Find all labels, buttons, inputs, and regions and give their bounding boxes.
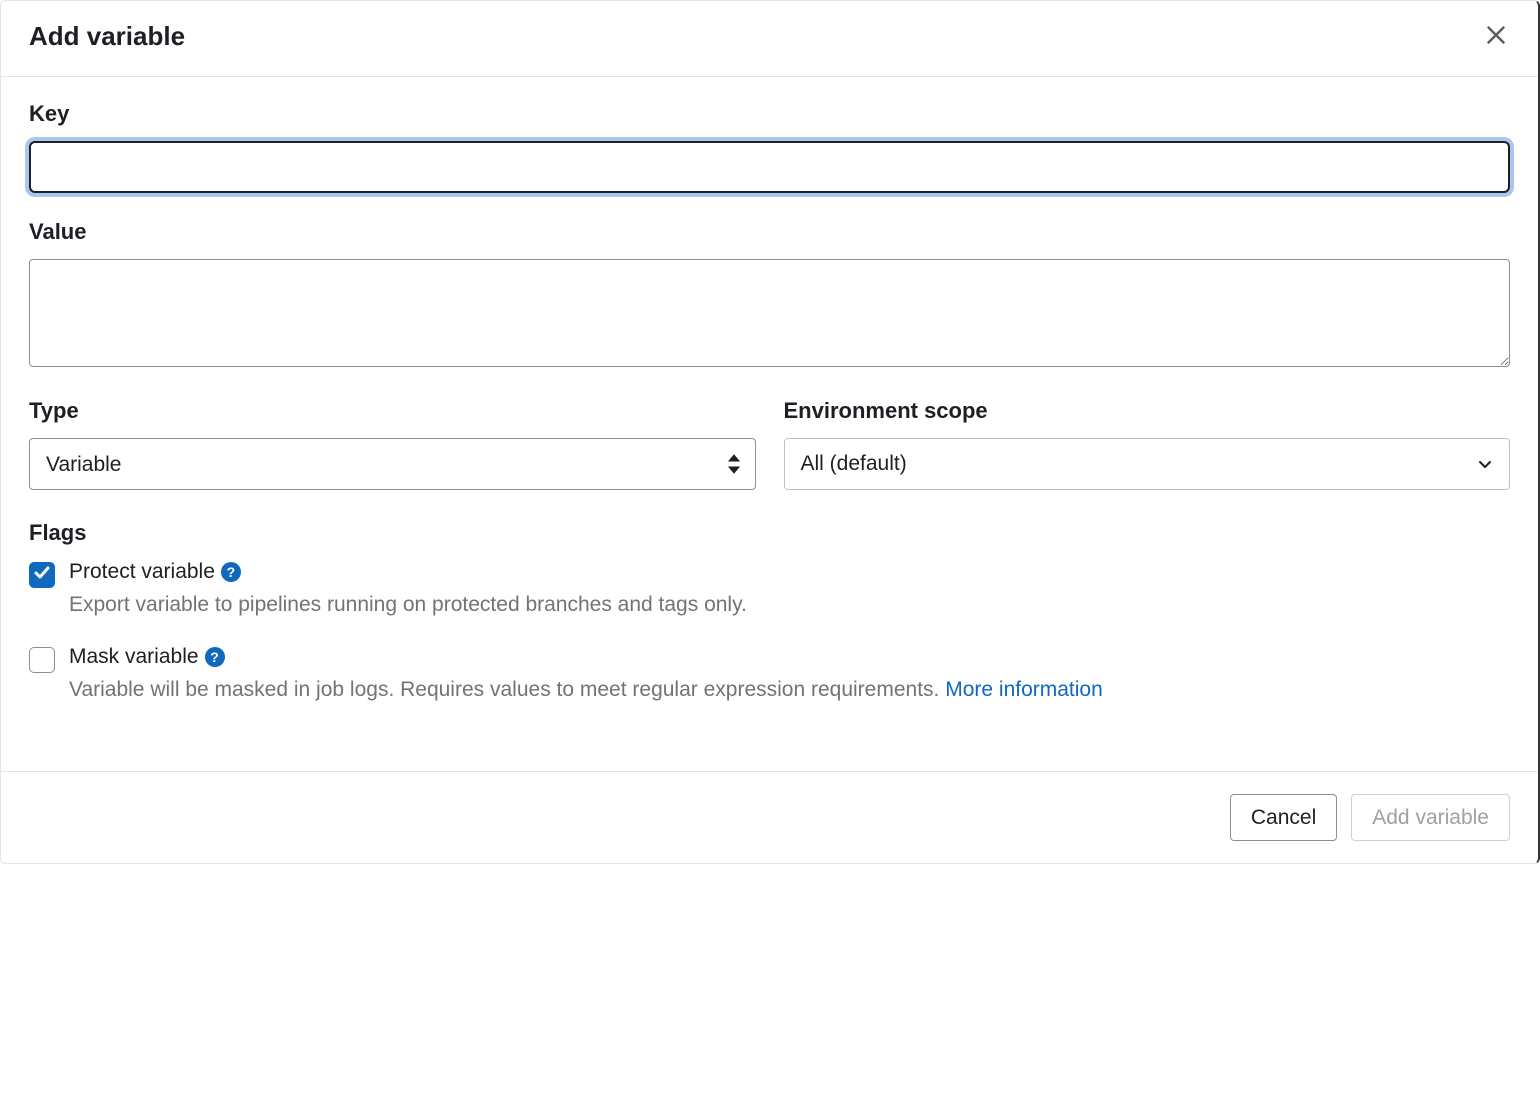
protect-description: Export variable to pipelines running on … [69, 590, 1510, 619]
type-scope-row: Type Variable Environment scope [29, 398, 1510, 490]
value-label: Value [29, 219, 1510, 245]
checkmark-icon [34, 565, 50, 586]
key-label: Key [29, 101, 1510, 127]
mask-description: Variable will be masked in job logs. Req… [69, 675, 1510, 704]
value-group: Value [29, 219, 1510, 372]
modal-footer: Cancel Add variable [1, 771, 1538, 863]
mask-flag-row: Mask variable ? Variable will be masked … [29, 645, 1510, 704]
scope-group: Environment scope All (default) [784, 398, 1511, 490]
chevron-down-icon [1477, 456, 1493, 472]
protect-flag-row: Protect variable ? Export variable to pi… [29, 560, 1510, 619]
protect-checkbox[interactable] [29, 562, 55, 588]
mask-checkbox[interactable] [29, 647, 55, 673]
mask-description-text: Variable will be masked in job logs. Req… [69, 678, 945, 701]
help-icon[interactable]: ? [205, 647, 225, 667]
type-label: Type [29, 398, 756, 424]
scope-label: Environment scope [784, 398, 1511, 424]
key-input[interactable] [29, 141, 1510, 193]
scope-selected-value: All (default) [801, 452, 907, 475]
flags-label: Flags [29, 520, 1510, 546]
flags-section: Flags Protect variable ? Export variable… [29, 520, 1510, 705]
mask-content: Mask variable ? Variable will be masked … [69, 645, 1510, 704]
key-group: Key [29, 101, 1510, 193]
value-textarea[interactable] [29, 259, 1510, 367]
modal-body: Key Value Type Variable [1, 77, 1538, 771]
modal-title: Add variable [29, 21, 185, 52]
mask-title: Mask variable [69, 645, 199, 669]
close-button[interactable] [1482, 21, 1510, 52]
more-information-link[interactable]: More information [945, 678, 1103, 701]
protect-title: Protect variable [69, 560, 215, 584]
modal-header: Add variable [1, 1, 1538, 77]
add-variable-button[interactable]: Add variable [1351, 794, 1510, 841]
scope-dropdown[interactable]: All (default) [784, 438, 1511, 490]
type-group: Type Variable [29, 398, 756, 490]
cancel-button[interactable]: Cancel [1230, 794, 1337, 841]
help-icon[interactable]: ? [221, 562, 241, 582]
add-variable-modal: Add variable Key Value Type Variable [0, 0, 1540, 864]
protect-content: Protect variable ? Export variable to pi… [69, 560, 1510, 619]
close-icon [1486, 25, 1506, 48]
type-select[interactable]: Variable [29, 438, 756, 490]
